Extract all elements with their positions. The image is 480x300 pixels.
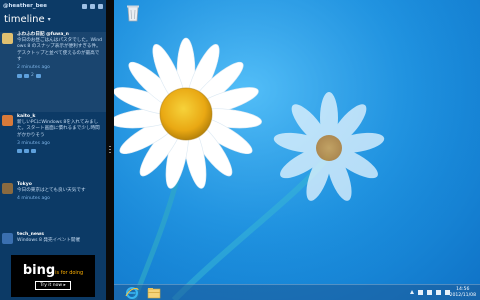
chevron-down-icon[interactable]: ▾ — [48, 16, 51, 23]
system-tray — [410, 290, 450, 295]
tweet-item[interactable]: tech_news Windows 8 発売イベント開催 — [0, 232, 106, 254]
app-header: @heather_bee — [0, 0, 106, 12]
timeline-selector[interactable]: timeline ▾ — [0, 12, 106, 26]
tweet-actions — [17, 149, 103, 154]
ad-try-button[interactable]: Try it now ▸ — [35, 280, 71, 290]
network-icon[interactable] — [427, 290, 432, 295]
favorite-icon[interactable] — [31, 149, 36, 154]
snap-splitter[interactable] — [106, 0, 114, 300]
tweet-time: 3 minutes ago — [17, 140, 50, 146]
refresh-icon[interactable] — [82, 3, 87, 9]
retweet-icon[interactable] — [24, 149, 29, 154]
clock-date: 2012/11/08 — [449, 292, 476, 298]
reply-icon[interactable] — [17, 149, 22, 154]
retweet-icon[interactable] — [24, 74, 29, 79]
file-explorer-icon[interactable] — [144, 286, 164, 300]
show-hidden-icons-icon[interactable] — [410, 290, 414, 294]
taskbar: 14:56 2012/11/08 — [114, 284, 480, 300]
recycle-bin-icon[interactable] — [126, 4, 140, 22]
splitter-grip-icon[interactable] — [109, 145, 111, 155]
tweet-text: Windows 8 発売イベント開催 — [17, 238, 81, 244]
avatar[interactable] — [2, 233, 13, 244]
avatar[interactable] — [2, 183, 13, 194]
tweet-time: 2 minutes ago — [17, 65, 50, 71]
tweet-actions: 2 — [17, 73, 103, 79]
retweet-count: 2 — [31, 73, 34, 79]
tweet-time: 4 minutes ago — [17, 196, 50, 202]
taskbar-clock[interactable]: 14:56 2012/11/08 — [450, 287, 476, 298]
account-name[interactable]: @heather_bee — [3, 3, 79, 9]
action-center-icon[interactable] — [418, 290, 423, 295]
tweet-text: 今日のお昼ごはんはパスタでした。Windows 8 のスナップ表示が便利すぎる件… — [17, 38, 103, 62]
tweet-item[interactable]: ふわふわ日記 @fuwa_n 今日のお昼ごはんはパスタでした。Windows 8… — [0, 32, 106, 112]
tweet-item[interactable]: kaito_k 新しいPCにWindows 8を入れてみました。スタート画面に慣… — [0, 114, 106, 176]
internet-explorer-icon[interactable] — [122, 286, 142, 300]
tweet-text: 今日の東京はとても良い天気です — [17, 188, 86, 194]
favorite-icon[interactable] — [35, 74, 41, 79]
compose-icon[interactable] — [98, 3, 103, 9]
twitter-app-pane: @heather_bee timeline ▾ ふわふわ日記 @fuwa_n 今… — [0, 0, 106, 300]
tweet-text: 新しいPCにWindows 8を入れてみました。スタート画面に慣れるまで少し時間… — [17, 120, 100, 138]
reply-icon[interactable] — [17, 74, 22, 79]
bing-ad-banner[interactable]: bingis for doing Try it now ▸ — [11, 255, 95, 297]
settings-icon[interactable] — [90, 3, 95, 9]
avatar[interactable] — [2, 115, 13, 126]
timeline-title: timeline — [4, 13, 45, 25]
volume-icon[interactable] — [436, 290, 441, 295]
daisy-wallpaper-image — [114, 0, 480, 300]
ad-tagline: is for doing — [55, 269, 84, 276]
avatar[interactable] — [2, 33, 13, 44]
tweet-item[interactable]: Tokyo 今日の東京はとても良い天気です 4 minutes ago — [0, 182, 106, 228]
desktop-wallpaper — [114, 0, 480, 300]
bing-logo: bingis for doing — [22, 262, 84, 278]
